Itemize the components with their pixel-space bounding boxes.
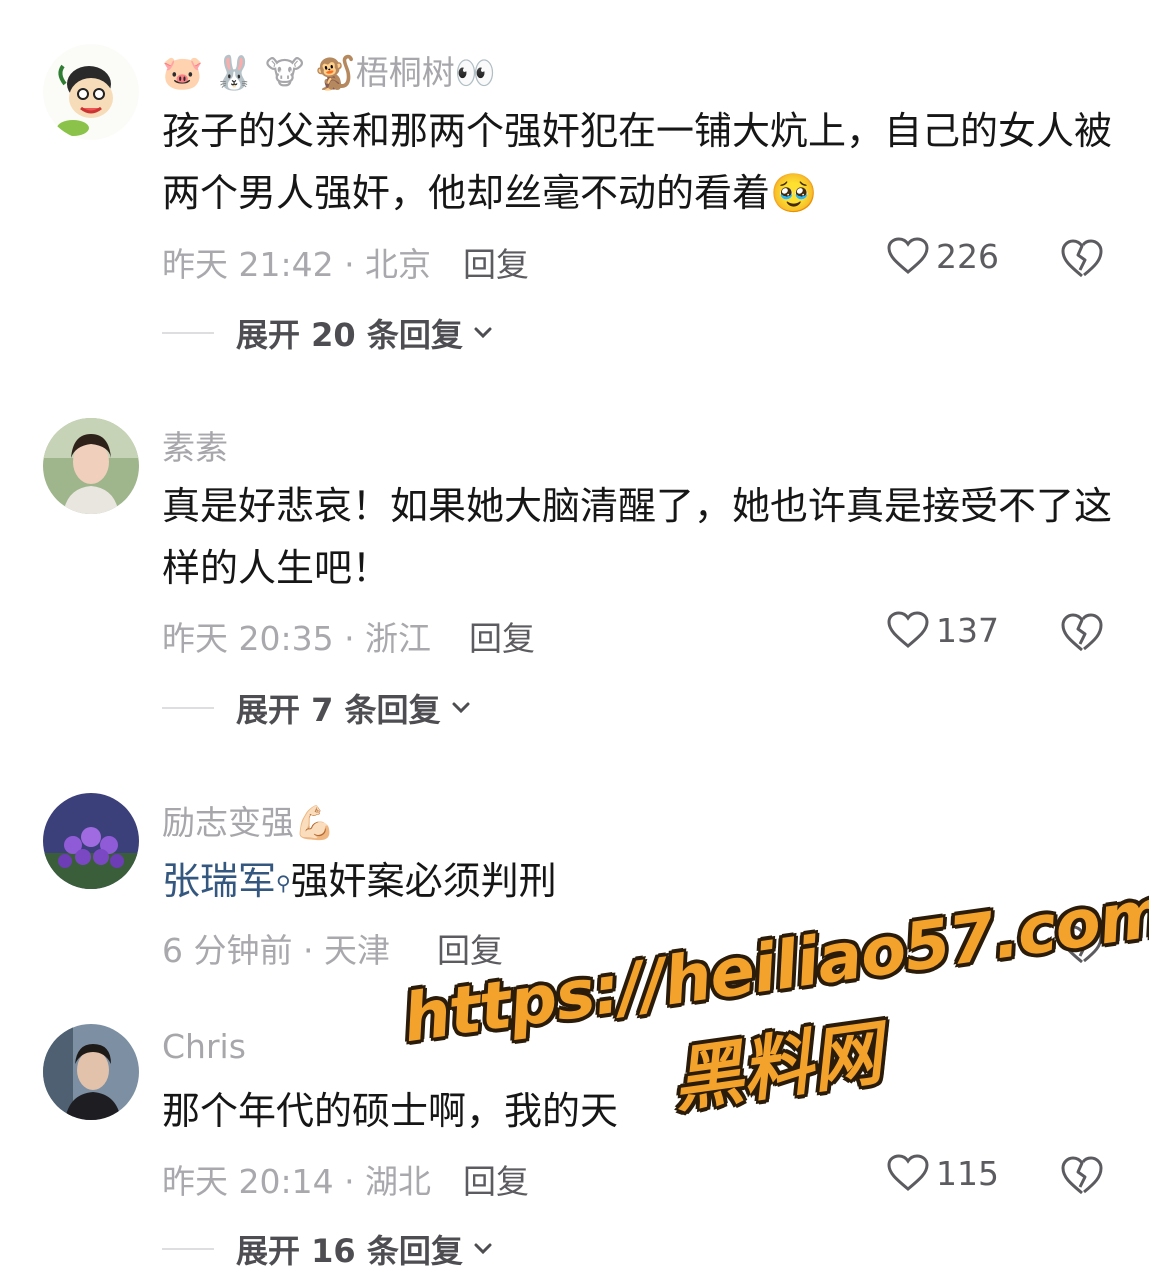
heart-outline-icon (887, 1154, 929, 1191)
avatar[interactable] (43, 418, 139, 514)
reply-button[interactable]: 回复 (463, 238, 529, 286)
comment-text: 那个年代的硕士啊，我的天 (162, 1089, 619, 1133)
comment-author[interactable]: 🐷 🐰 🐮 🐒梧桐树👀 (162, 46, 496, 94)
comment-author[interactable]: 素素 (162, 421, 228, 469)
comment-text: 张瑞军⚲强奸案必须判刑 (162, 850, 1112, 912)
like-count: 115 (936, 1153, 999, 1193)
expand-replies-button[interactable]: 展开 16 条回复 (162, 1226, 495, 1272)
comment-author[interactable]: Chris (162, 1027, 246, 1066)
comment-meta: 昨天 20:14 · 湖北 (162, 1162, 432, 1201)
divider (162, 707, 214, 709)
chevron-down-icon (474, 1243, 492, 1255)
chevron-down-icon (474, 327, 492, 339)
photo-avatar-image (43, 1024, 139, 1120)
broken-heart-icon[interactable] (1060, 612, 1104, 654)
expand-replies-button[interactable]: 展开 20 条回复 (162, 310, 495, 356)
avatar[interactable] (43, 44, 139, 140)
broken-heart-icon[interactable] (1060, 238, 1104, 280)
avatar[interactable] (43, 793, 139, 889)
broken-heart-icon[interactable] (1060, 1155, 1104, 1197)
heart-outline-icon (887, 237, 929, 274)
expand-replies-label: 展开 7 条回复 (236, 691, 441, 729)
avatar[interactable] (43, 1024, 139, 1120)
divider (162, 332, 214, 334)
like-button[interactable]: 137 (886, 610, 999, 650)
expand-replies-button[interactable]: 展开 7 条回复 (162, 685, 473, 731)
flower-avatar-image (43, 793, 139, 889)
reply-button[interactable]: 回复 (463, 1155, 529, 1203)
chevron-down-icon (452, 702, 470, 714)
cartoon-avatar-image (43, 44, 139, 140)
user-mention-link[interactable]: 张瑞军 (162, 859, 276, 903)
comment-text-body: 强奸案必须判刑 (290, 859, 557, 903)
broken-heart-icon[interactable] (1060, 924, 1104, 966)
reply-button[interactable]: 回复 (469, 612, 535, 660)
like-count: 137 (936, 610, 999, 650)
comment-author[interactable]: 励志变强💪🏻 (162, 796, 335, 844)
comment-text: 孩子的父亲和那两个强奸犯在一铺大炕上，自己的女人被两个男人强奸，他却丝毫不动的看… (162, 109, 1113, 215)
reply-button[interactable]: 回复 (437, 924, 503, 972)
heart-outline-icon (887, 611, 929, 648)
like-button[interactable]: 115 (886, 1153, 999, 1193)
expand-replies-label: 展开 16 条回复 (236, 1232, 463, 1270)
expand-replies-label: 展开 20 条回复 (236, 316, 463, 354)
photo-avatar-image (43, 418, 139, 514)
like-button[interactable]: 226 (886, 236, 999, 276)
comment-meta: 昨天 20:35 · 浙江 (162, 619, 432, 658)
comment-text: 真是好悲哀！如果她大脑清醒了，她也许真是接受不了这样的人生吧！ (162, 484, 1113, 590)
comment-meta: 6 分钟前 · 天津 (162, 931, 390, 970)
search-mention-icon: ⚲ (276, 871, 291, 895)
comment-meta: 昨天 21:42 · 北京 (162, 245, 432, 284)
like-count: 226 (936, 236, 999, 276)
divider (162, 1248, 214, 1250)
